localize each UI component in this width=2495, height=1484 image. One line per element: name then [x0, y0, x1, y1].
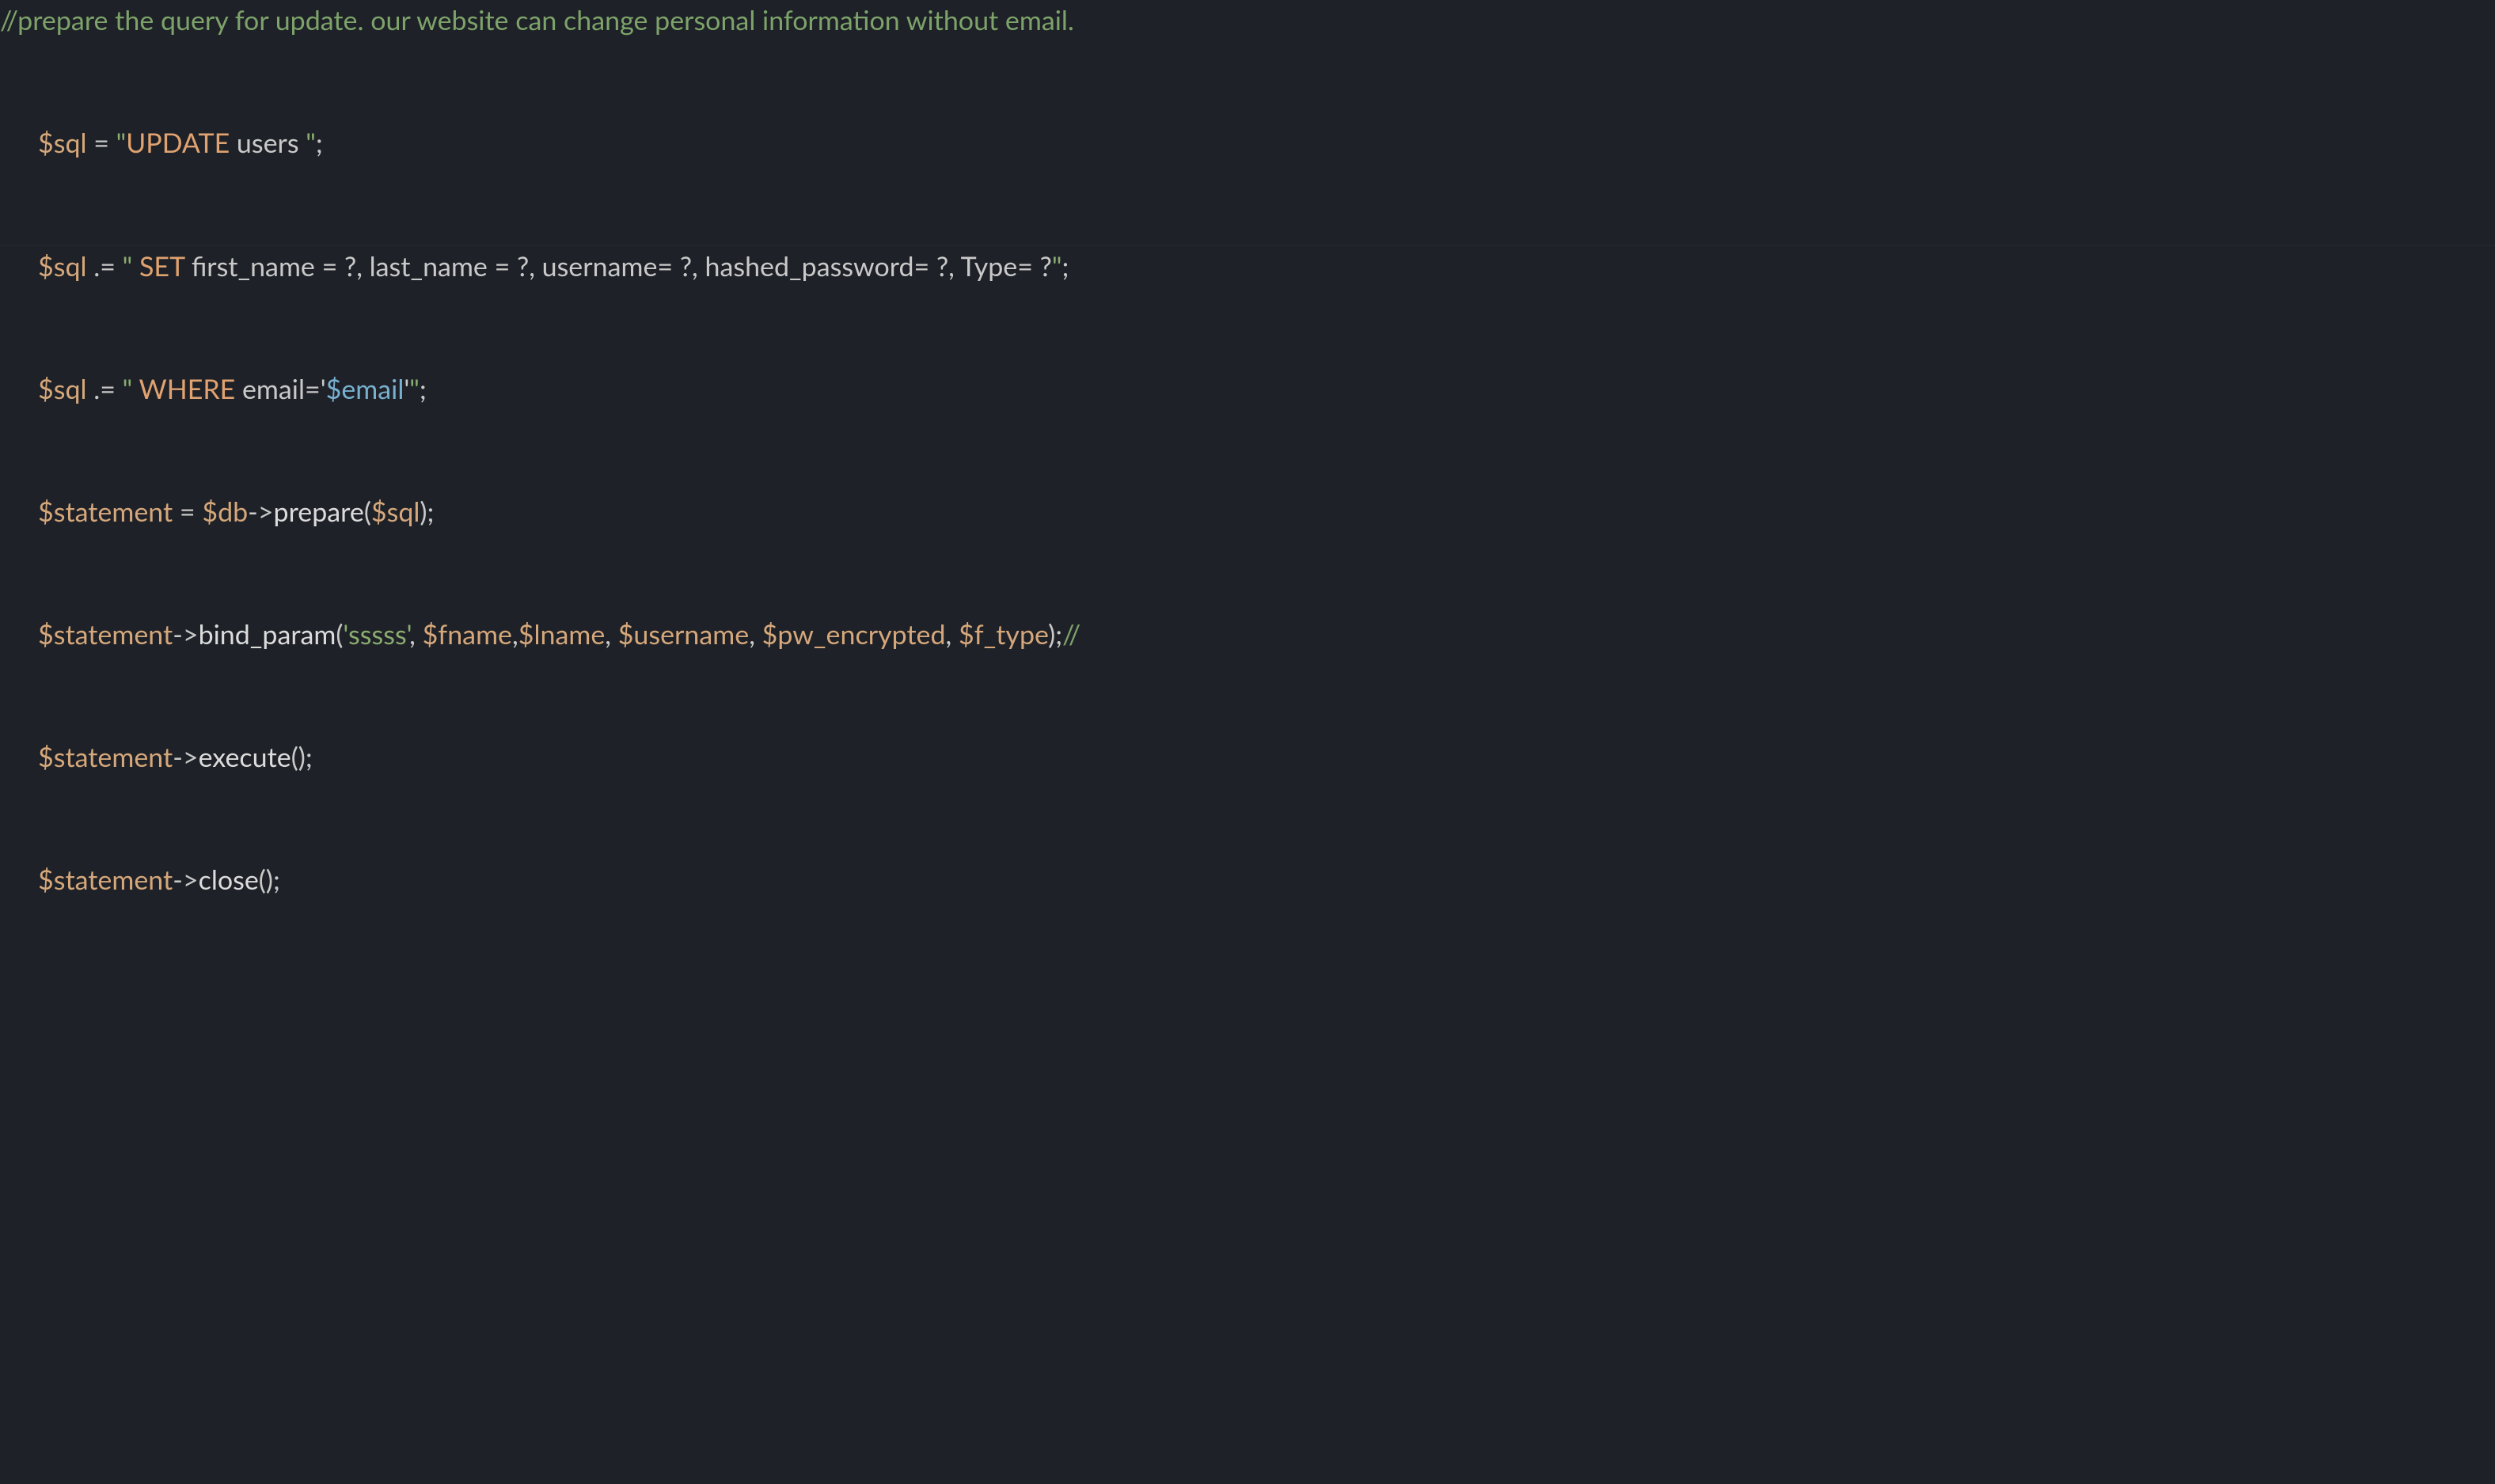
code-editor[interactable]: //prepare the query for update. our webs… — [0, 0, 2495, 900]
code-line-comment: //prepare the query for update. our webs… — [0, 0, 2495, 40]
comment-text: //prepare the query for update. our webs… — [0, 4, 1074, 36]
code-line-3: $sql .= " WHERE email='$email'"; — [0, 369, 2495, 409]
code-line-7: $statement->close(); — [0, 860, 2495, 900]
code-line-6: $statement->execute(); — [0, 737, 2495, 777]
code-line-1: $sql = "UPDATE users "; — [0, 123, 2495, 163]
code-line-2: $sql .= " SET first_name = ?, last_name … — [0, 245, 2495, 287]
code-line-5: $statement->bind_param('sssss', $fname,$… — [0, 614, 2495, 655]
code-line-4: $statement = $db->prepare($sql); — [0, 492, 2495, 532]
